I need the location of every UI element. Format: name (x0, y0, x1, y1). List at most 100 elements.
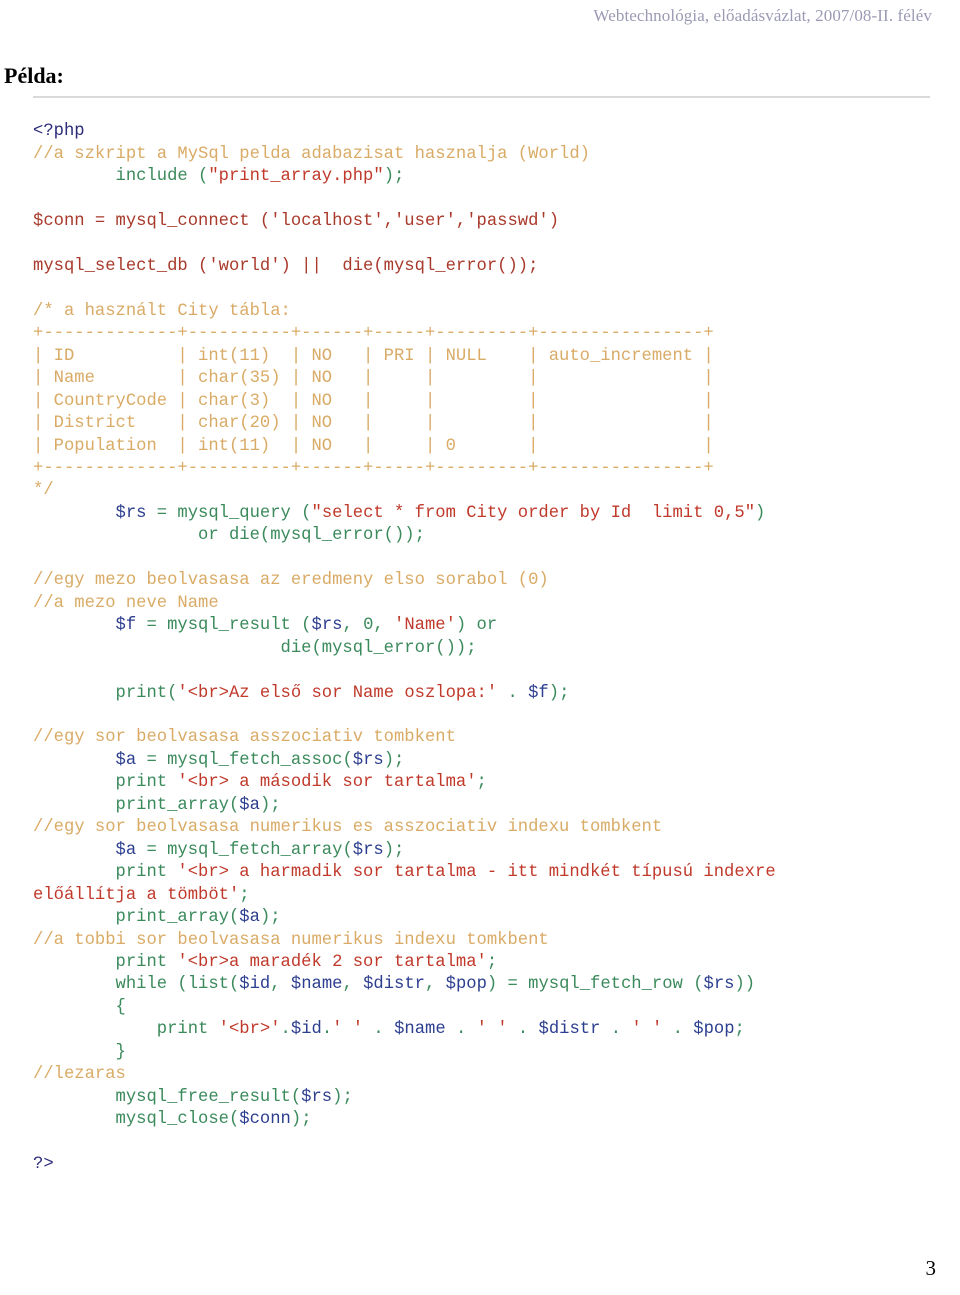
code-token: , (342, 975, 364, 995)
code-token: ?> (33, 1155, 54, 1175)
code-token: //egy mezo beolvasasa az eredmeny elso s… (33, 571, 549, 591)
code-token: . (363, 1020, 395, 1040)
code-token: //egy sor beolvasasa numerikus es asszoc… (33, 818, 663, 838)
code-token: , 0, (342, 616, 395, 636)
code-token: $conn (239, 1110, 291, 1130)
code-token: ' ' (476, 1020, 508, 1040)
code-token: '<br>Az első sor Name oszlopa:' (177, 683, 498, 703)
code-token: $rs (311, 616, 343, 636)
code-token: ); (259, 795, 281, 815)
code-token: $a (239, 795, 260, 815)
code-line: //a tobbi sor beolvasasa numerikus index… (33, 930, 943, 952)
code-token: print( (33, 683, 178, 703)
code-token: +-------------+----------+------+-----+-… (33, 458, 714, 478)
code-line: | District | char(20) | NO | | | | (33, 413, 943, 435)
code-line: $f = mysql_result ($rs, 0, 'Name') or (33, 615, 943, 637)
code-line: //egy mezo beolvasasa az eredmeny elso s… (33, 570, 943, 592)
code-line: | Name | char(35) | NO | | | | (33, 368, 943, 390)
code-token: $distr (363, 975, 425, 995)
code-token: ); (332, 1087, 353, 1107)
code-line: /* a használt City tábla: (33, 301, 943, 323)
code-token: $id (239, 975, 271, 995)
code-token: ; (239, 885, 250, 905)
code-token: ); (383, 750, 405, 770)
code-token: ); (290, 1110, 312, 1130)
code-line: mysql_free_result($rs); (33, 1087, 943, 1109)
code-token: . (280, 1020, 291, 1040)
code-line: mysql_close($conn); (33, 1109, 943, 1131)
code-token: $rs (703, 975, 735, 995)
code-token: $name (290, 975, 343, 995)
code-token: ); (383, 167, 405, 187)
code-token: | Name | char(35) | NO | | | | (33, 369, 714, 389)
code-line: //a szkript a MySql pelda adabazisat has… (33, 144, 943, 166)
code-token: '<br> a második sor tartalma' (177, 773, 477, 793)
code-line: //egy sor beolvasasa asszociativ tombken… (33, 727, 943, 749)
code-token: print (33, 1020, 219, 1040)
code-token: */ (33, 481, 54, 501)
code-line: $rs = mysql_query ("select * from City o… (33, 503, 943, 525)
code-token: $name (394, 1020, 446, 1040)
code-line: | CountryCode | char(3) | NO | | | | (33, 391, 943, 413)
code-token: while (list( (33, 975, 240, 995)
code-line: $a = mysql_fetch_array($rs); (33, 840, 943, 862)
code-token: )) (734, 975, 756, 995)
code-line: print_array($a); (33, 907, 943, 929)
code-token: $a (239, 908, 260, 928)
code-token: | District | char(20) | NO | | | | (33, 414, 714, 434)
code-token: ); (383, 840, 405, 860)
code-line: <?php (33, 121, 943, 143)
code-token: = mysql_fetch_array( (136, 840, 353, 860)
code-token: //egy sor beolvasasa asszociativ tombken… (33, 728, 456, 748)
code-token: //a szkript a MySql pelda adabazisat has… (33, 144, 590, 164)
code-token: mysql_select_db ('world') || die(mysql_e… (33, 256, 539, 276)
code-token: //a tobbi sor beolvasasa numerikus index… (33, 930, 549, 950)
php-code-listing: <?php//a szkript a MySql pelda adabazisa… (33, 121, 943, 1176)
code-line: include ("print_array.php"); (33, 166, 943, 188)
code-line: ?> (33, 1154, 943, 1176)
page-title: Példa: (4, 62, 64, 88)
code-line: $a = mysql_fetch_assoc($rs); (33, 750, 943, 772)
code-token: $pop (445, 975, 487, 995)
code-token: print (33, 863, 178, 883)
code-token: $f (115, 616, 137, 636)
code-token: "print_array.php" (208, 167, 384, 187)
code-line: while (list($id, $name, $distr, $pop) = … (33, 974, 943, 996)
code-line: +-------------+----------+------+-----+-… (33, 323, 943, 345)
code-token: or die(mysql_error()); (33, 526, 425, 546)
code-token: ; (486, 952, 498, 972)
code-line: print '<br>'.$id.' ' . $name . ' ' . $di… (33, 1019, 943, 1041)
code-token: . (321, 1020, 333, 1040)
code-token: +-------------+----------+------+-----+-… (33, 324, 714, 344)
code-token: ' ' (631, 1020, 663, 1040)
code-token: print (33, 952, 178, 972)
code-token: . (600, 1020, 632, 1040)
code-token: előállítja a tömböt' (33, 885, 240, 905)
code-token: '<br>' (218, 1020, 281, 1040)
code-token: ) or (455, 616, 498, 636)
code-token: //lezaras (33, 1065, 126, 1085)
code-line: } (33, 1042, 943, 1064)
code-line: //lezaras (33, 1064, 943, 1086)
code-token: ); (548, 683, 570, 703)
code-line: //egy sor beolvasasa numerikus es asszoc… (33, 817, 943, 839)
code-token: . (507, 1020, 539, 1040)
code-token: $rs (352, 840, 384, 860)
horizontal-rule (33, 96, 930, 98)
code-token: $id (290, 1020, 322, 1040)
code-token: = mysql_fetch_assoc( (136, 750, 353, 770)
code-token: { (33, 997, 126, 1017)
code-token: print (33, 773, 178, 793)
code-token: ) (755, 503, 766, 523)
code-token: ) = mysql_fetch_row ( (486, 975, 704, 995)
code-token: /* a használt City tábla: (33, 301, 291, 321)
code-token: $rs (352, 750, 384, 770)
code-line: print '<br> a második sor tartalma'; (33, 772, 943, 794)
